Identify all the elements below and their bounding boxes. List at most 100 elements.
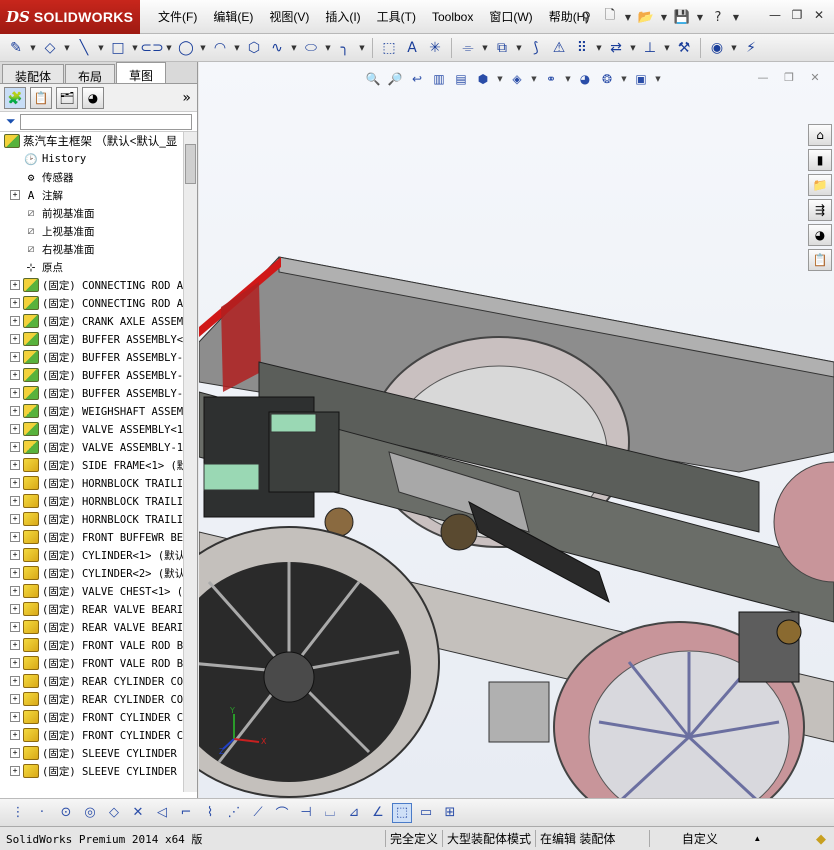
display-style-icon[interactable]: ◈ (508, 70, 526, 88)
tree-item[interactable]: + (固定) HORNBLOCK TRAILI (0, 510, 197, 528)
dynamic-annotation-icon[interactable]: ▤ (452, 70, 470, 88)
tree-expander-icon[interactable]: + (10, 604, 20, 614)
grip-handle-icon[interactable]: ⋮ (8, 803, 28, 823)
tree-expander-icon[interactable]: + (10, 748, 20, 758)
smart-dimension-icon[interactable]: ⌴ (320, 803, 340, 823)
trim-icon[interactable]: ✕ (128, 803, 148, 823)
minimize-icon[interactable]: — (766, 6, 784, 24)
zoom-to-fit-icon[interactable]: 🔍 (364, 70, 382, 88)
split-icon[interactable]: ⌇ (200, 803, 220, 823)
tree-expander-icon[interactable]: + (10, 712, 20, 722)
move-entities-icon[interactable]: ⇄ (606, 38, 626, 58)
apply-scene-icon[interactable]: ❂ (598, 70, 616, 88)
tree-item[interactable]: + (固定) BUFFER ASSEMBLY- (0, 366, 197, 384)
feature-manager-icon[interactable]: 🧩 (4, 86, 26, 109)
trim-dropdown-icon[interactable]: ▼ (481, 38, 489, 58)
offset-icon[interactable]: ⟆ (526, 38, 546, 58)
filter-icon[interactable]: ⏷ (6, 114, 16, 129)
menu-window[interactable]: 窗口(W) (481, 0, 540, 34)
rectangle-dropdown-icon[interactable]: ▼ (131, 38, 139, 58)
tree-expander-icon[interactable]: + (10, 442, 20, 452)
status-help-icon[interactable]: ◆ (816, 831, 826, 847)
tree-item[interactable]: + (固定) HORNBLOCK TRAILI (0, 474, 197, 492)
chamfer-icon[interactable]: ⋰ (224, 803, 244, 823)
status-unit-system[interactable]: 自定义 (649, 830, 749, 847)
menu-file[interactable]: 文件(F) (150, 0, 205, 34)
circle-icon[interactable]: ◯ (176, 38, 196, 58)
arc-dropdown-icon[interactable]: ▼ (233, 38, 241, 58)
file-explorer-icon[interactable]: 📁 (808, 174, 832, 196)
units-dropdown-icon[interactable]: ▲ (749, 834, 765, 843)
view-settings-icon[interactable]: ▣ (632, 70, 650, 88)
tree-expander-icon[interactable]: + (10, 532, 20, 542)
tree-item[interactable]: + (固定) BUFFER ASSEMBLY< (0, 330, 197, 348)
tree-item[interactable]: + (固定) SLEEVE CYLINDER (0, 762, 197, 780)
angle-icon[interactable]: ∠ (368, 803, 388, 823)
grid-icon[interactable]: ⊞ (440, 803, 460, 823)
tree-expander-icon[interactable]: + (10, 514, 20, 524)
tree-item[interactable]: + (固定) FRONT VALE ROD B (0, 636, 197, 654)
save-icon[interactable]: 💾 (671, 6, 693, 28)
tree-expander-icon[interactable]: + (10, 280, 20, 290)
tree-expander-icon[interactable]: + (10, 496, 20, 506)
display-relations-icon[interactable]: ⊥ (640, 38, 660, 58)
custom-properties-icon[interactable]: 📋 (808, 249, 832, 271)
tree-item[interactable]: ⚙ 传感器 (0, 168, 197, 186)
menu-view[interactable]: 视图(V) (261, 0, 317, 34)
trim-icon[interactable]: ⌯ (458, 38, 478, 58)
fillet-icon[interactable]: ╮ (335, 38, 355, 58)
slot-dropdown-icon[interactable]: ▼ (165, 38, 173, 58)
solidworks-logo[interactable]: DS SOLIDWORKS (0, 0, 140, 34)
tree-item[interactable]: ⧄ 右视基准面 (0, 240, 197, 258)
circle-icon[interactable]: ⊙ (56, 803, 76, 823)
spline-icon[interactable]: ∿ (267, 38, 287, 58)
menu-edit[interactable]: 编辑(E) (205, 0, 261, 34)
tree-expander-icon[interactable]: + (10, 370, 20, 380)
tree-expander-icon[interactable]: + (10, 640, 20, 650)
design-library-icon[interactable]: ▮ (808, 149, 832, 171)
tree-expander-icon[interactable]: + (10, 586, 20, 596)
tree-expander-icon[interactable]: + (10, 424, 20, 434)
construction-geometry-icon[interactable]: ⬚ (379, 38, 399, 58)
tree-expander-icon[interactable]: + (10, 388, 20, 398)
tree-expander-icon[interactable]: + (10, 622, 20, 632)
property-manager-icon[interactable]: 📋 (30, 86, 52, 109)
open-dropdown-icon[interactable]: ▼ (659, 6, 669, 28)
tree-expander-icon[interactable]: + (10, 694, 20, 704)
snaps-dropdown-icon[interactable]: ▼ (730, 38, 738, 58)
3d-sketch-icon[interactable]: ⬚ (392, 802, 412, 823)
previous-view-icon[interactable]: ↩ (408, 70, 426, 88)
configuration-manager-icon[interactable]: 🗂 (56, 86, 78, 109)
dimension-dropdown-icon[interactable]: ▼ (63, 38, 71, 58)
edit-appearance-icon[interactable]: ◕ (576, 70, 594, 88)
more-managers-icon[interactable]: » (182, 90, 191, 106)
sketch-block-icon[interactable]: ▭ (416, 803, 436, 823)
tree-item[interactable]: + (固定) VALVE ASSEMBLY<1 (0, 420, 197, 438)
tree-expander-icon[interactable]: + (10, 730, 20, 740)
sketch-dropdown-icon[interactable]: ▼ (29, 38, 37, 58)
tree-item[interactable]: + (固定) REAR CYLINDER CO (0, 672, 197, 690)
restore-icon[interactable]: ❐ (788, 6, 806, 24)
repair-sketch-icon[interactable]: ⚒ (674, 38, 694, 58)
tangent-icon[interactable]: ◁ (152, 803, 172, 823)
view-orientation-dropdown-icon[interactable]: ▼ (496, 70, 504, 88)
tree-expander-icon[interactable]: + (10, 406, 20, 416)
arc-icon[interactable]: ◠ (210, 38, 230, 58)
point-icon[interactable]: ✳ (425, 38, 445, 58)
tree-expander-icon[interactable]: + (10, 352, 20, 362)
tree-expander-icon[interactable]: + (10, 676, 20, 686)
tree-expander-icon[interactable]: + (10, 334, 20, 344)
tree-item[interactable]: + (固定) FRONT CYLINDER C (0, 726, 197, 744)
spline-dropdown-icon[interactable]: ▼ (290, 38, 298, 58)
tree-expander-icon[interactable]: + (10, 460, 20, 470)
tree-item[interactable]: + (固定) FRONT VALE ROD B (0, 654, 197, 672)
assembly-model-view[interactable] (199, 62, 834, 798)
rapid-sketch-icon[interactable]: ⚡ (741, 38, 761, 58)
circle-dropdown-icon[interactable]: ▼ (199, 38, 207, 58)
tree-item[interactable]: + (固定) CRANK AXLE ASSEM (0, 312, 197, 330)
relations-dropdown-icon[interactable]: ▼ (663, 38, 671, 58)
appearances-icon[interactable]: ◕ (808, 224, 832, 246)
view-palette-icon[interactable]: ⇶ (808, 199, 832, 221)
solidworks-resources-icon[interactable]: ⌂ (808, 124, 832, 146)
line-icon[interactable]: ╲ (74, 38, 94, 58)
